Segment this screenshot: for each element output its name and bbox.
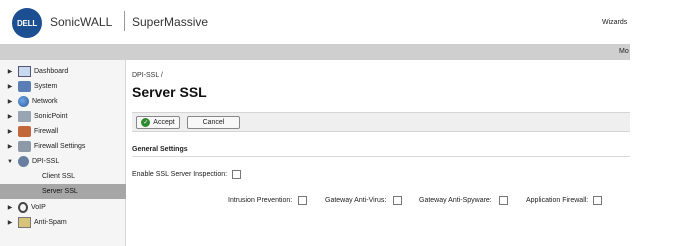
expand-arrow-icon[interactable]: ▶	[5, 128, 15, 135]
expand-arrow-icon[interactable]: ▶	[5, 68, 15, 75]
wizards-link[interactable]: Wizards	[602, 19, 627, 26]
mode-label[interactable]: Mo	[619, 48, 629, 55]
sidebar-item-label: System	[34, 83, 58, 90]
sidebar-item-voip[interactable]: ▶ VoIP	[0, 200, 126, 215]
dashboard-icon	[18, 66, 31, 77]
check-icon: ✓	[141, 118, 151, 127]
gateway-anti-spyware-label: Gateway Anti-Spyware:	[419, 197, 492, 204]
sidebar-item-anti-spam[interactable]: ▶ Anti-Spam	[0, 215, 126, 230]
main-content: DPI-SSL / Server SSL ✓ Accept Cancel Gen…	[132, 60, 630, 246]
firewall-settings-icon	[18, 141, 31, 152]
enable-ssl-server-inspection-checkbox[interactable]	[232, 170, 241, 179]
expand-arrow-icon[interactable]: ▶	[5, 83, 15, 90]
enable-ssl-server-inspection-label: Enable SSL Server Inspection:	[132, 171, 228, 178]
dell-logo: DELL	[12, 8, 42, 38]
network-icon	[18, 96, 29, 107]
system-icon	[18, 81, 31, 92]
sidebar-item-label: DPI-SSL	[32, 158, 60, 165]
action-toolbar: ✓ Accept Cancel	[132, 112, 630, 132]
intrusion-prevention-checkbox[interactable]	[298, 196, 307, 205]
sidebar-item-sonicpoint[interactable]: ▶ SonicPoint	[0, 109, 126, 124]
sidebar-item-label: Anti-Spam	[34, 219, 67, 226]
sidebar-item-label: Network	[32, 98, 58, 105]
sidebar-item-firewall-settings[interactable]: ▶ Firewall Settings	[0, 139, 126, 154]
accept-button[interactable]: ✓ Accept	[136, 116, 180, 129]
sidebar-item-label: Firewall Settings	[34, 143, 86, 150]
gateway-anti-spyware-checkbox[interactable]	[499, 196, 508, 205]
sidebar-item-firewall[interactable]: ▶ Firewall	[0, 124, 126, 139]
sidebar-subitem-label: Server SSL	[42, 188, 78, 195]
sidebar-item-label: Firewall	[34, 128, 59, 135]
cancel-button-label: Cancel	[202, 119, 225, 126]
sidebar-item-network[interactable]: ▶ Network	[0, 94, 126, 109]
gateway-anti-virus-label: Gateway Anti-Virus:	[325, 197, 387, 204]
top-bar: Mo	[0, 44, 630, 60]
sonicpoint-icon	[18, 111, 31, 122]
expand-arrow-icon[interactable]: ▶	[5, 113, 15, 120]
voip-icon	[18, 202, 28, 213]
firewall-icon	[18, 126, 31, 137]
cancel-button[interactable]: Cancel	[187, 116, 240, 129]
page-title: Server SSL	[132, 84, 207, 100]
sidebar-subitem-client-ssl[interactable]: Client SSL	[0, 169, 126, 184]
sidebar-item-dashboard[interactable]: ▶ Dashboard	[0, 64, 126, 79]
application-firewall-label: Application Firewall:	[526, 197, 589, 204]
intrusion-prevention-label: Intrusion Prevention:	[228, 197, 293, 204]
sidebar-subitem-label: Client SSL	[42, 173, 76, 180]
collapse-arrow-icon[interactable]: ▼	[5, 159, 15, 165]
accept-button-label: Accept	[153, 119, 175, 126]
app-header: DELL SonicWALL SuperMassive Wizards	[0, 0, 630, 44]
anti-spam-icon	[18, 217, 31, 228]
section-divider	[132, 156, 630, 157]
breadcrumb[interactable]: DPI-SSL /	[132, 72, 163, 79]
expand-arrow-icon[interactable]: ▶	[5, 204, 15, 211]
application-firewall-checkbox[interactable]	[593, 196, 602, 205]
sidebar-item-system[interactable]: ▶ System	[0, 79, 126, 94]
sidebar-item-label: SonicPoint	[34, 113, 68, 120]
sidebar-item-label: Dashboard	[34, 68, 69, 75]
brand-divider	[124, 11, 125, 31]
sidebar-nav: ▶ Dashboard ▶ System ▶ Network ▶ SonicPo…	[0, 60, 126, 246]
section-title: General Settings	[132, 146, 188, 153]
gateway-anti-virus-checkbox[interactable]	[393, 196, 402, 205]
dpi-ssl-icon	[18, 156, 29, 167]
expand-arrow-icon[interactable]: ▶	[5, 143, 15, 150]
product-name: SuperMassive	[132, 15, 209, 29]
sidebar-subitem-server-ssl[interactable]: Server SSL	[0, 184, 126, 199]
sidebar-item-dpi-ssl[interactable]: ▼ DPI-SSL	[0, 154, 126, 169]
expand-arrow-icon[interactable]: ▶	[5, 98, 15, 105]
sidebar-item-label: VoIP	[31, 204, 46, 211]
expand-arrow-icon[interactable]: ▶	[5, 219, 15, 226]
brand-name: SonicWALL	[50, 15, 113, 29]
